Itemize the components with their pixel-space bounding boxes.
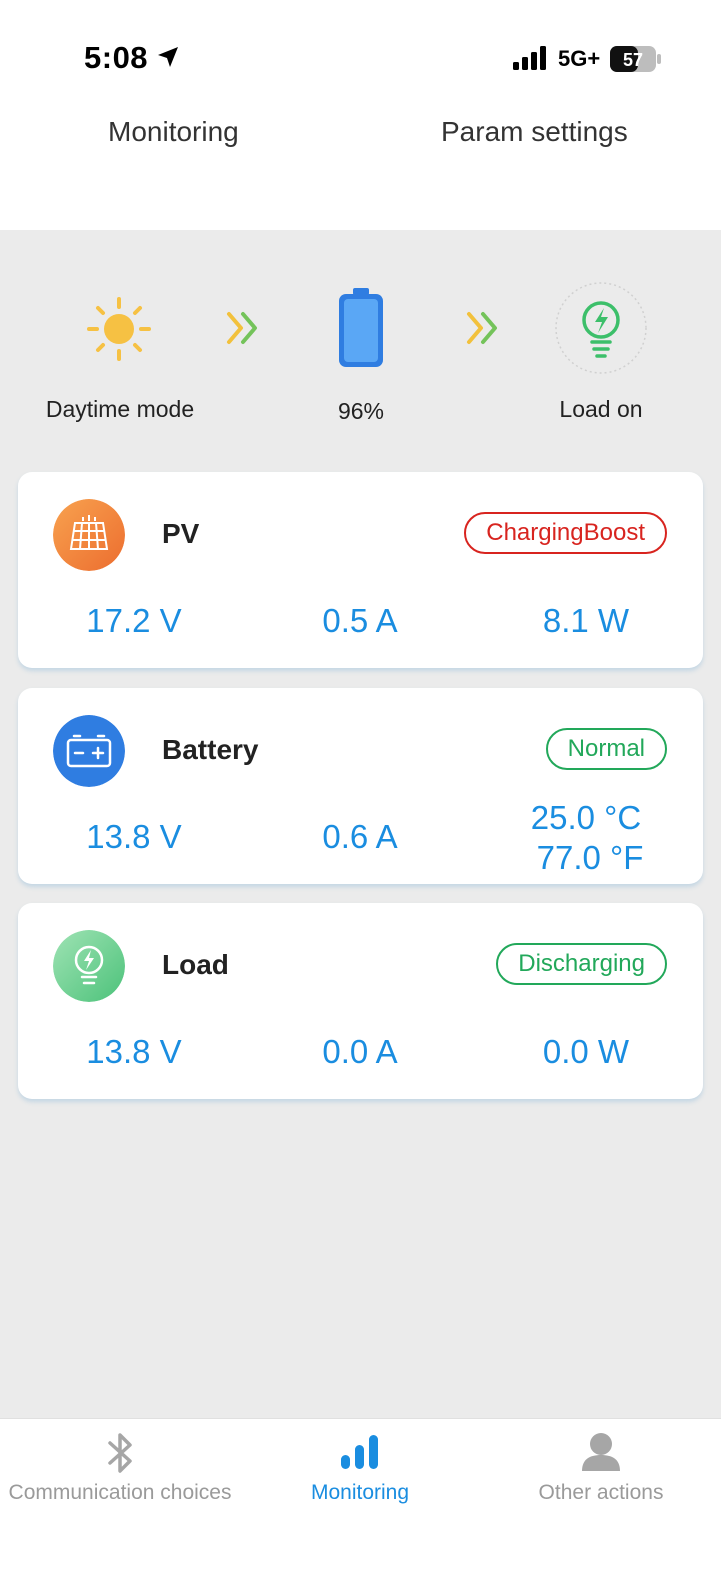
cellular-signal-icon xyxy=(513,46,546,70)
bottom-nav: Communication choices Monitoring Other a… xyxy=(0,1418,721,1569)
nav-communication-choices[interactable]: Communication choices xyxy=(0,1419,240,1529)
battery-voltage: 13.8 V xyxy=(86,818,182,855)
battery-status-icon: 57 xyxy=(610,46,661,72)
load-power: 0.0 W xyxy=(542,1033,630,1070)
load-voltage: 13.8 V xyxy=(86,1033,182,1070)
battery-temp-f: 77.0 °F xyxy=(536,839,644,876)
pv-card[interactable]: PV ChargingBoost 17.2 V 0.5 A 8.1 W xyxy=(18,472,703,668)
header: 5:08 5G+ 57 Monitoring Param settings xyxy=(0,0,721,230)
load-bulb-icon xyxy=(555,282,647,374)
battery-card[interactable]: Battery Normal 13.8 V 0.6 A 25.0 °C 77.0… xyxy=(18,688,703,884)
load-current: 0.0 A xyxy=(322,1033,398,1070)
battery-icon xyxy=(53,715,125,787)
load-status-label: Load on xyxy=(559,396,643,422)
load-title: Load xyxy=(162,949,229,980)
battery-current: 0.6 A xyxy=(322,818,398,855)
load-card[interactable]: Load Discharging 13.8 V 0.0 A 0.0 W xyxy=(18,903,703,1099)
battery-status-badge: Normal xyxy=(545,728,667,770)
status-time: 5:08 xyxy=(84,40,149,75)
pv-status-badge: ChargingBoost xyxy=(464,512,667,554)
nav-other-label: Other actions xyxy=(538,1481,664,1504)
person-icon xyxy=(582,1433,620,1471)
battery-level-icon xyxy=(339,288,383,367)
flow-arrow-icon xyxy=(467,312,497,344)
network-type: 5G+ xyxy=(558,46,601,71)
tab-monitoring[interactable]: Monitoring xyxy=(108,116,239,148)
battery-temp-c: 25.0 °C xyxy=(530,799,642,836)
lightbulb-icon xyxy=(53,930,125,1002)
nav-other-actions[interactable]: Other actions xyxy=(481,1419,721,1529)
flow-arrow-icon xyxy=(227,312,257,344)
battery-percent-label: 96% xyxy=(337,398,385,424)
battery-title: Battery xyxy=(162,734,259,765)
pv-voltage: 17.2 V xyxy=(86,602,182,639)
location-arrow-icon xyxy=(158,47,178,67)
tab-param-settings[interactable]: Param settings xyxy=(441,116,628,148)
nav-monitoring-label: Monitoring xyxy=(310,1481,410,1504)
pv-power: 8.1 W xyxy=(542,602,630,639)
svg-text:57: 57 xyxy=(623,50,643,70)
pv-title: PV xyxy=(162,518,200,549)
solar-panel-icon xyxy=(53,499,125,571)
nav-communication-label: Communication choices xyxy=(8,1481,232,1504)
sun-icon xyxy=(87,297,151,361)
load-status-badge: Discharging xyxy=(496,943,667,985)
bluetooth-icon xyxy=(108,1433,132,1473)
mode-label: Daytime mode xyxy=(45,396,195,422)
pv-current: 0.5 A xyxy=(322,602,398,639)
nav-monitoring[interactable]: Monitoring xyxy=(240,1419,480,1529)
bar-chart-icon xyxy=(341,1435,378,1469)
